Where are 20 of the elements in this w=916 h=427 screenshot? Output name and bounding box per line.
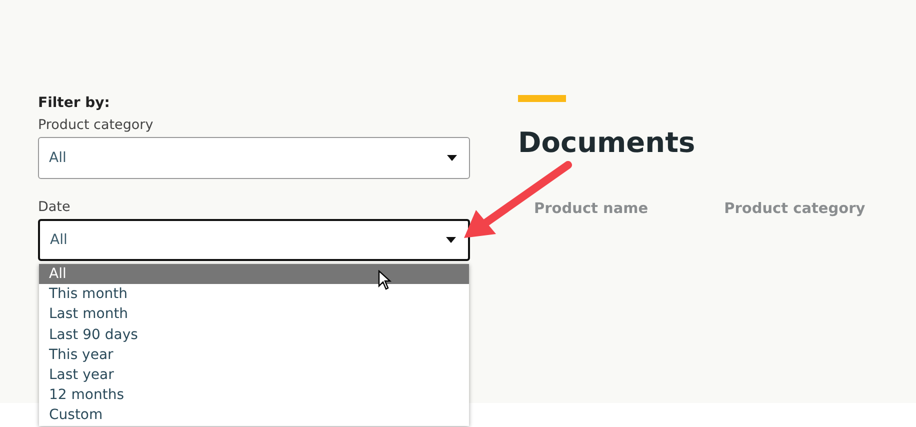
- dropdown-option[interactable]: Custom: [39, 405, 469, 426]
- dropdown-option[interactable]: Last 90 days: [39, 324, 469, 345]
- page-title: Documents: [518, 126, 696, 159]
- dropdown-option[interactable]: Last year: [39, 364, 469, 386]
- dropdown-option[interactable]: This year: [39, 344, 469, 365]
- select-field[interactable]: All: [38, 137, 470, 179]
- accent-bar: [518, 95, 566, 102]
- filter-heading: Filter by:: [38, 95, 111, 111]
- column-header: Product name: [534, 201, 648, 217]
- dropdown-option[interactable]: All: [39, 264, 469, 284]
- cursor-icon: [378, 270, 392, 290]
- select-field[interactable]: All: [38, 219, 470, 261]
- dropdown-option[interactable]: 12 months: [39, 385, 469, 406]
- dropdown-option[interactable]: This month: [39, 284, 469, 304]
- field-label: Date: [38, 199, 72, 215]
- column-header: Product category: [724, 201, 866, 217]
- dropdown-option[interactable]: Last month: [39, 304, 469, 325]
- caret-icon: [446, 237, 456, 243]
- caret-icon: [447, 155, 457, 161]
- field-label: Product category: [38, 117, 154, 133]
